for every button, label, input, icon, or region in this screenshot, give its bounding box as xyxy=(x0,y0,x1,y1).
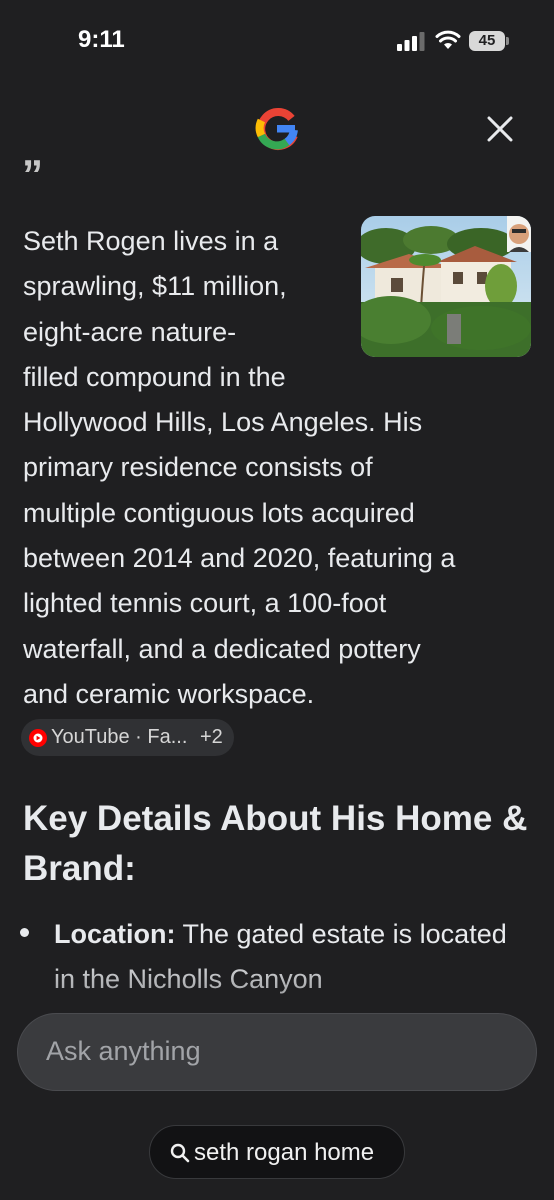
google-g-logo xyxy=(255,108,298,150)
bullet-dot xyxy=(20,928,29,937)
wifi-icon xyxy=(435,30,461,49)
quote-glyph-icon: ” xyxy=(22,160,43,178)
query-chip[interactable]: seth rogan home xyxy=(149,1125,405,1179)
ask-input-placeholder: Ask anything xyxy=(46,1036,201,1066)
answer-line: Hollywood Hills, Los Angeles. His xyxy=(23,407,423,438)
source-chip-label: YouTube · Fa... xyxy=(51,726,188,748)
section-heading: Key Details About His Home & Brand: xyxy=(23,799,528,888)
close-icon[interactable] xyxy=(483,112,517,146)
status-bar: 9:11 45 xyxy=(0,0,554,82)
source-chip[interactable]: YouTube · Fa... +2 xyxy=(21,719,234,756)
ask-input[interactable]: Ask anything xyxy=(17,1013,537,1091)
bullet-label: Location: xyxy=(54,919,176,949)
youtube-icon xyxy=(29,729,47,747)
answer-line: Seth Rogen lives in a xyxy=(23,226,279,256)
answer-line: lighted tennis court, a 100-foot xyxy=(23,588,387,619)
scroll-fade xyxy=(0,950,554,1020)
answer-line: between 2014 and 2020, featuring a xyxy=(23,543,456,574)
answer-line: primary residence consists of xyxy=(23,452,373,483)
battery-icon: 45 xyxy=(469,31,509,51)
ai-answer-paragraph: Seth Rogen lives in a sprawling, $11 mil… xyxy=(23,219,533,717)
ai-overview-screen: 9:11 45 ” xyxy=(0,0,554,1200)
answer-line: waterfall, and a dedicated pottery xyxy=(23,633,421,664)
answer-line: multiple contiguous lots acquired xyxy=(23,497,415,528)
status-time: 9:11 xyxy=(78,26,125,53)
answer-line: and ceramic workspace. xyxy=(23,678,315,709)
answer-line: eight-acre nature- xyxy=(23,316,237,347)
cellular-signal-icon xyxy=(397,32,425,51)
battery-cap xyxy=(506,37,509,45)
answer-line: sprawling, $11 million, xyxy=(23,271,287,302)
battery-level: 45 xyxy=(478,32,496,49)
answer-line: filled compound in the xyxy=(23,361,286,392)
query-text: seth rogan home xyxy=(194,1139,375,1166)
search-icon xyxy=(170,1143,190,1163)
source-more-count: +2 xyxy=(200,726,223,748)
